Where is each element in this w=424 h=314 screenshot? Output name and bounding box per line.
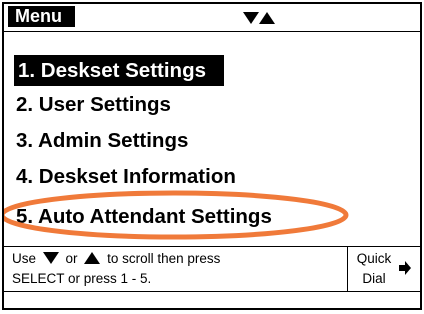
- menu-item-user-settings[interactable]: 2. User Settings: [16, 91, 171, 118]
- softkey-bar: Use or to scroll then press SELECT or pr…: [4, 246, 420, 292]
- phone-display: Menu 1. Deskset Settings 2. User Setting…: [2, 2, 422, 310]
- up-triangle-icon: [259, 12, 275, 24]
- down-triangle-icon: [42, 252, 59, 264]
- help-use-text: Use: [12, 251, 37, 266]
- help-line-1: Use or to scroll then press: [12, 249, 220, 269]
- menu-title: Menu: [8, 6, 75, 27]
- menu-item-admin-settings[interactable]: 3. Admin Settings: [16, 127, 188, 154]
- quick-dial-softkey[interactable]: Quick Dial: [347, 247, 420, 291]
- menu-item-deskset-information[interactable]: 4. Deskset Information: [16, 163, 236, 190]
- up-triangle-icon: [84, 252, 101, 264]
- title-bar: Menu: [4, 4, 420, 32]
- quick-dial-label-line-1: Quick: [356, 251, 392, 266]
- scroll-indicator: [243, 11, 275, 25]
- down-triangle-icon: [243, 12, 259, 24]
- quick-dial-label-line-2: Dial: [362, 271, 386, 286]
- help-text: Use or to scroll then press SELECT or pr…: [12, 249, 220, 289]
- menu-item-auto-attendant-settings[interactable]: 5. Auto Attendant Settings: [16, 203, 272, 230]
- menu-item-deskset-settings[interactable]: 1. Deskset Settings: [14, 55, 224, 86]
- help-scroll-text: to scroll then press: [107, 251, 221, 266]
- help-or-text: or: [65, 251, 78, 266]
- help-line-2: SELECT or press 1 - 5.: [12, 271, 152, 286]
- right-pointer-icon: [399, 261, 411, 275]
